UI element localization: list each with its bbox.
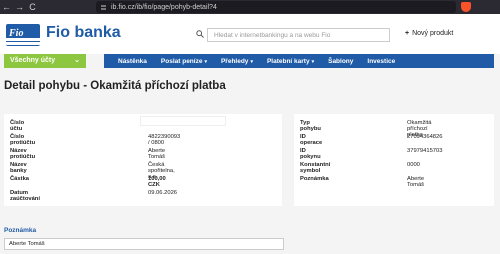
new-product-button[interactable]: + Nový produkt	[405, 30, 453, 37]
page-title: Detail pohybu - Okamžitá příchozí platba	[4, 80, 226, 92]
nav-item-poslat-penize[interactable]: Poslat peníze ▾	[147, 58, 207, 65]
all-accounts-dropdown[interactable]: Všechny účty ⌄	[4, 54, 86, 68]
detail-label: Poznámka	[300, 176, 329, 182]
nav-item-nastenka[interactable]: Nástěnka	[104, 58, 147, 65]
logo-text[interactable]: Fio banka	[46, 24, 121, 42]
nav-item-investice[interactable]: Investice	[353, 58, 395, 65]
reload-icon[interactable]: C	[26, 0, 39, 14]
transaction-details-right: Typ pohybu Okamžitá příchozí platba ID o…	[294, 114, 494, 206]
account-number-field	[140, 116, 226, 126]
main-nav: Nástěnka Poslat peníze ▾ Přehledy ▾ Plateb…	[104, 54, 494, 68]
detail-label: ID pokynu	[300, 148, 321, 160]
detail-value: 100,00 CZK	[148, 176, 166, 188]
detail-value: 27094364826	[407, 134, 443, 140]
new-product-label: Nový produkt	[412, 30, 454, 37]
fio-logo-icon[interactable]: Fio	[6, 24, 40, 46]
brave-shield-icon[interactable]	[461, 2, 471, 12]
note-heading: Poznámka	[4, 227, 37, 234]
detail-value: 37979415703	[407, 148, 443, 154]
nav-item-sablony[interactable]: Šablony	[314, 58, 353, 65]
back-icon[interactable]: ←	[0, 0, 13, 14]
detail-value: Aberte Tomáš	[407, 176, 425, 188]
detail-value: 0000	[407, 162, 420, 168]
site-settings-icon[interactable]	[100, 4, 107, 11]
detail-label: Číslo účtu	[10, 120, 25, 132]
search-icon[interactable]	[196, 30, 204, 38]
logo-tag: Fio	[9, 28, 24, 39]
address-bar[interactable]: ib.fio.cz/ib/fio/page/pohyb-detail?4	[96, 1, 456, 13]
detail-label: Částka	[10, 176, 30, 182]
note-field[interactable]: Aberte Tomáš	[4, 238, 284, 250]
detail-value: 4822390093 / 0800	[148, 134, 181, 146]
detail-label: ID operace	[300, 134, 323, 146]
detail-label: Typ pohybu	[300, 120, 321, 132]
url-text: ib.fio.cz/ib/fio/page/pohyb-detail?4	[111, 3, 217, 11]
transaction-details-left: Číslo účtu Číslo protiúčtu 4822390093 / …	[4, 114, 282, 206]
search-input[interactable]: Hledat v internetbankingu a na webu Fio	[207, 28, 390, 42]
detail-label: Název banky	[10, 162, 27, 174]
detail-label: Konstantní symbol	[300, 162, 331, 174]
nav-item-prehledy[interactable]: Přehledy ▾	[207, 58, 253, 65]
browser-toolbar: ← → C ib.fio.cz/ib/fio/page/pohyb-detail…	[0, 0, 500, 14]
all-accounts-label: Všechny účty	[10, 57, 56, 64]
detail-value: Aberte Tomáš	[148, 148, 166, 160]
plus-icon: +	[405, 30, 410, 37]
nav-item-platebni-karty[interactable]: Platební karty ▾	[253, 58, 314, 65]
forward-icon[interactable]: →	[13, 0, 26, 14]
detail-label: Číslo protiúčtu	[10, 134, 36, 146]
detail-label: Název protiúčtu	[10, 148, 36, 160]
detail-label: Datum zaúčtování	[10, 190, 40, 202]
chevron-down-icon: ⌄	[74, 57, 80, 64]
detail-value: 09.06.2026	[148, 190, 178, 196]
